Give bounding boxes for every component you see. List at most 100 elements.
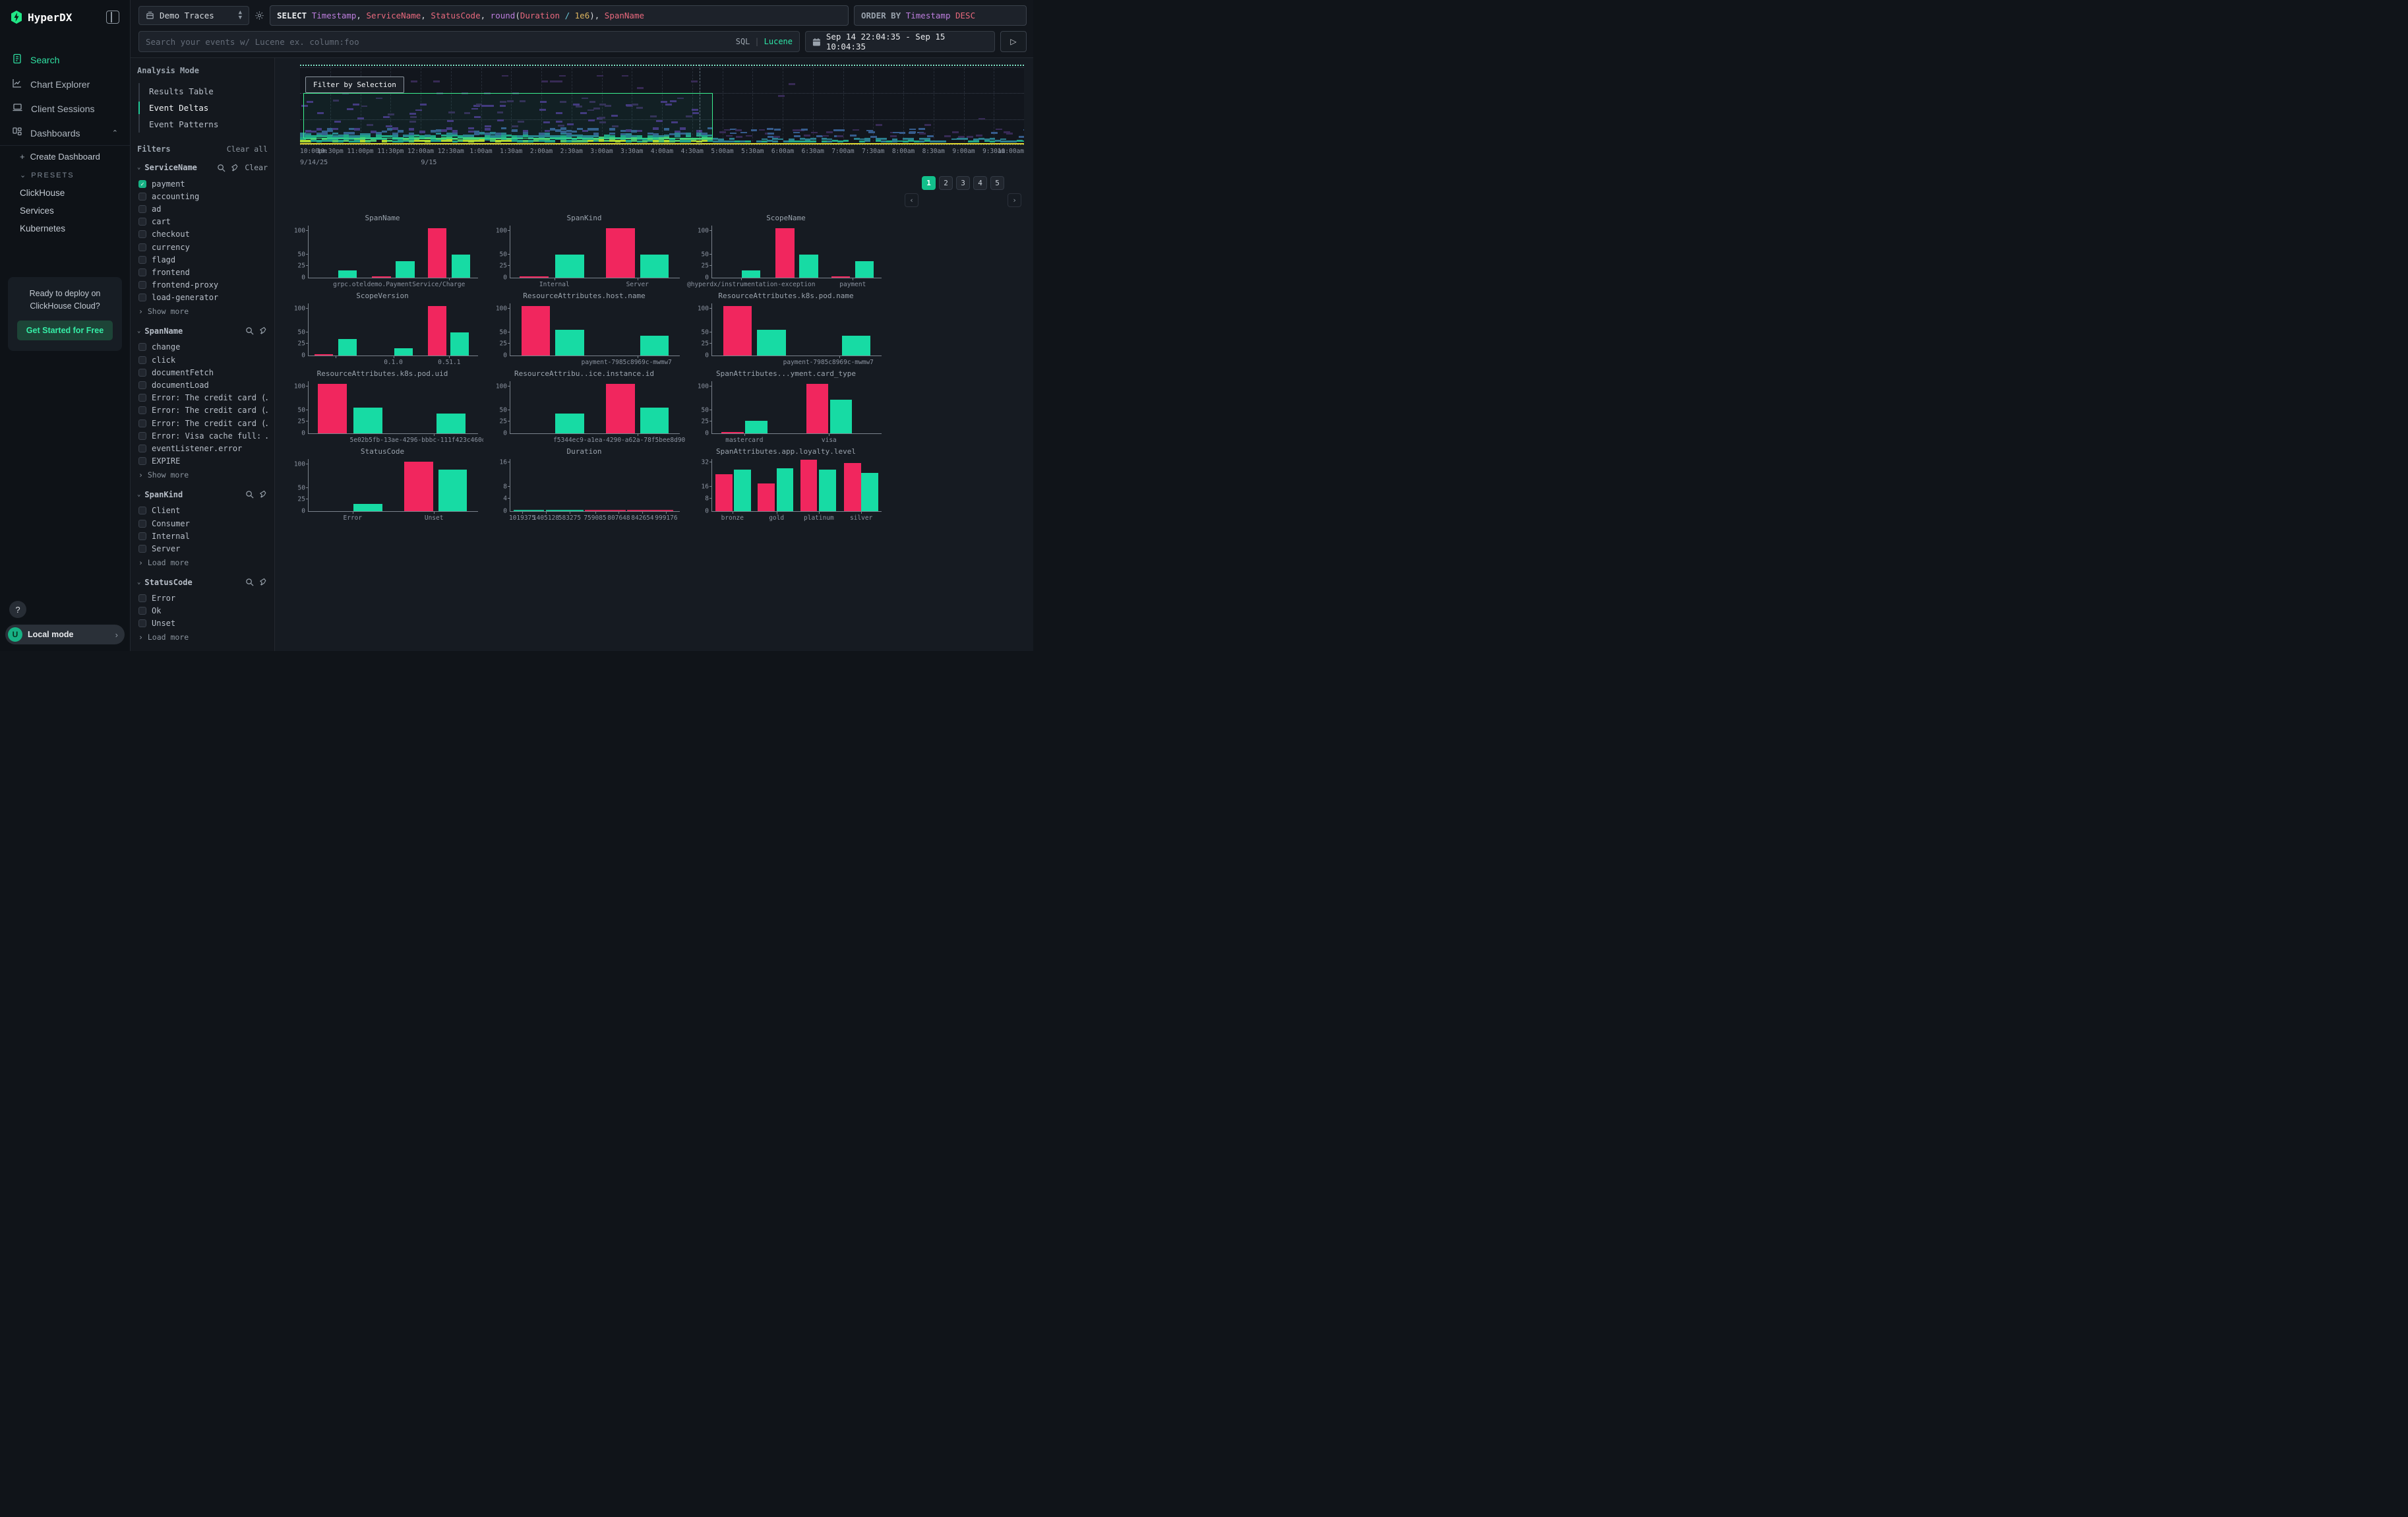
show-more-button[interactable]: › Load more <box>137 630 268 642</box>
page-next-button[interactable]: › <box>1008 193 1021 207</box>
sidebar-collapse-icon[interactable] <box>106 11 119 24</box>
filter-option-checkout[interactable]: checkout <box>137 228 268 241</box>
filter-option-flagd[interactable]: flagd <box>137 253 268 266</box>
gear-icon[interactable] <box>255 11 264 20</box>
pin-icon[interactable] <box>259 578 268 586</box>
page-button-2[interactable]: 2 <box>939 176 953 190</box>
filter-option-accounting[interactable]: accounting <box>137 190 268 202</box>
show-more-button[interactable]: › Show more <box>137 468 268 480</box>
checkbox[interactable] <box>138 445 146 452</box>
filter-option-unset[interactable]: Unset <box>137 617 268 630</box>
filter-option-currency[interactable]: currency <box>137 241 268 253</box>
filter-option-load-generator[interactable]: load-generator <box>137 292 268 304</box>
filter-option-documentload[interactable]: documentLoad <box>137 379 268 391</box>
filter-option-ad[interactable]: ad <box>137 202 268 215</box>
preset-item-services[interactable]: Services <box>0 202 130 220</box>
filter-option-error-the-credit-card-[interactable]: Error: The credit card (… <box>137 417 268 429</box>
create-dashboard-button[interactable]: +Create Dashboard <box>0 147 130 166</box>
help-button[interactable]: ? <box>9 601 26 618</box>
page-button-4[interactable]: 4 <box>973 176 987 190</box>
filter-option-error-the-credit-card-[interactable]: Error: The credit card (… <box>137 404 268 417</box>
analysis-mode-event-patterns[interactable]: Event Patterns <box>140 116 268 133</box>
filter-option-ok[interactable]: Ok <box>137 605 268 617</box>
heatmap-plot[interactable]: 0200400600Filter by Selection <box>300 65 1024 145</box>
get-started-button[interactable]: Get Started for Free <box>17 321 113 340</box>
sidebar-item-search[interactable]: Search <box>0 47 130 72</box>
checkbox[interactable] <box>138 394 146 402</box>
sidebar-item-client-sessions[interactable]: Client Sessions <box>0 96 130 121</box>
search-icon[interactable] <box>217 164 226 172</box>
search-icon[interactable] <box>245 578 254 586</box>
pin-icon[interactable] <box>259 490 268 499</box>
page-prev-button[interactable]: ‹ <box>905 193 918 207</box>
filter-option-internal[interactable]: Internal <box>137 530 268 542</box>
filter-option-error-visa-cache-full-[interactable]: Error: Visa cache full: … <box>137 429 268 442</box>
clear-filter-button[interactable]: Clear <box>245 163 268 172</box>
search-icon[interactable] <box>245 326 254 335</box>
checkbox[interactable] <box>138 607 146 615</box>
select-query-input[interactable]: SELECT Timestamp, ServiceName, StatusCod… <box>270 5 849 26</box>
filter-option-eventlistener-error[interactable]: eventListener.error <box>137 442 268 454</box>
checkbox[interactable] <box>138 343 146 351</box>
checkbox[interactable] <box>138 419 146 427</box>
checkbox[interactable] <box>138 507 146 514</box>
preset-item-clickhouse[interactable]: ClickHouse <box>0 184 130 202</box>
sidebar-item-chart-explorer[interactable]: Chart Explorer <box>0 72 130 96</box>
filter-option-error[interactable]: Error <box>137 592 268 605</box>
checkbox[interactable] <box>138 457 146 465</box>
filter-option-cart[interactable]: cart <box>137 216 268 228</box>
filter-group-name[interactable]: SpanKind <box>144 490 183 499</box>
analysis-mode-results-table[interactable]: Results Table <box>140 83 268 100</box>
checkbox[interactable] <box>138 381 146 389</box>
checkbox[interactable] <box>138 545 146 553</box>
checkbox[interactable] <box>138 520 146 528</box>
filter-option-frontend[interactable]: frontend <box>137 266 268 278</box>
search-icon[interactable] <box>245 490 254 499</box>
filter-option-consumer[interactable]: Consumer <box>137 517 268 530</box>
filter-option-client[interactable]: Client <box>137 505 268 517</box>
run-query-button[interactable]: ▷ <box>1000 31 1027 52</box>
filter-group-name[interactable]: ServiceName <box>144 163 196 172</box>
checkbox[interactable] <box>138 193 146 201</box>
source-select[interactable]: Demo Traces ▲▼ <box>138 6 249 25</box>
show-more-button[interactable]: › Show more <box>137 304 268 316</box>
checkbox[interactable] <box>138 268 146 276</box>
filter-option-frontend-proxy[interactable]: frontend-proxy <box>137 279 268 292</box>
clear-all-button[interactable]: Clear all <box>227 144 268 154</box>
local-mode-pill[interactable]: U Local mode › <box>5 625 125 644</box>
preset-item-kubernetes[interactable]: Kubernetes <box>0 220 130 237</box>
page-button-1[interactable]: 1 <box>922 176 936 190</box>
selection-region[interactable] <box>303 93 712 139</box>
checkbox[interactable] <box>138 532 146 540</box>
filter-option-click[interactable]: click <box>137 354 268 366</box>
filter-by-selection-button[interactable]: Filter by Selection <box>305 77 404 93</box>
lucene-toggle[interactable]: Lucene <box>764 37 793 46</box>
checkbox[interactable] <box>138 230 146 238</box>
checkbox[interactable] <box>138 294 146 301</box>
checkbox[interactable] <box>138 356 146 364</box>
checkbox[interactable] <box>138 369 146 377</box>
pin-icon[interactable] <box>259 326 268 335</box>
sql-toggle[interactable]: SQL <box>736 37 750 46</box>
checkbox[interactable] <box>138 594 146 602</box>
checkbox[interactable] <box>138 256 146 264</box>
order-by-input[interactable]: ORDER BY Timestamp DESC <box>854 5 1027 26</box>
pin-icon[interactable] <box>231 164 239 172</box>
filter-group-name[interactable]: StatusCode <box>144 578 192 587</box>
analysis-mode-event-deltas[interactable]: Event Deltas <box>140 100 268 116</box>
filter-option-server[interactable]: Server <box>137 542 268 555</box>
checkbox[interactable] <box>138 180 146 188</box>
filter-option-error-the-credit-card-[interactable]: Error: The credit card (… <box>137 392 268 404</box>
filter-option-documentfetch[interactable]: documentFetch <box>137 366 268 379</box>
checkbox[interactable] <box>138 432 146 440</box>
filter-group-name[interactable]: SpanName <box>144 326 183 336</box>
page-button-5[interactable]: 5 <box>990 176 1004 190</box>
checkbox[interactable] <box>138 619 146 627</box>
checkbox[interactable] <box>138 205 146 213</box>
filter-option-payment[interactable]: payment <box>137 177 268 190</box>
filter-option-change[interactable]: change <box>137 341 268 354</box>
date-range-input[interactable]: Sep 14 22:04:35 - Sep 15 10:04:35 <box>805 31 995 52</box>
checkbox[interactable] <box>138 281 146 289</box>
show-more-button[interactable]: › Load more <box>137 555 268 567</box>
checkbox[interactable] <box>138 218 146 226</box>
